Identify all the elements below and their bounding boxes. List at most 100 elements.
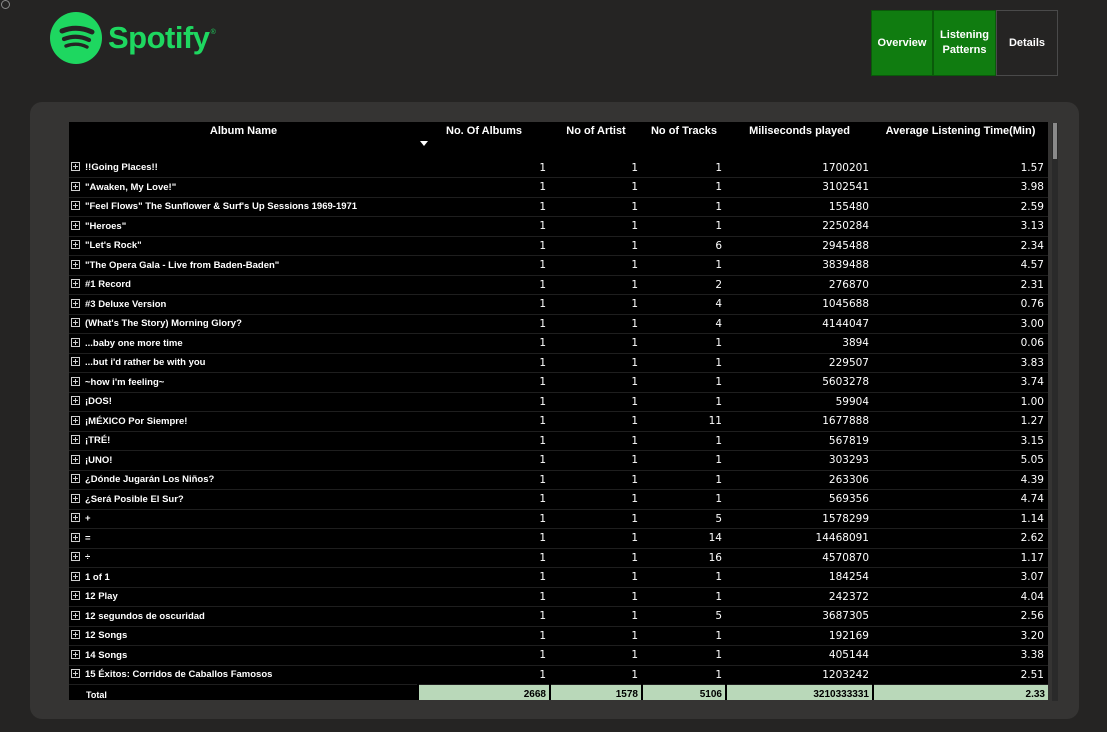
tracks-cell: 1 [715, 434, 722, 447]
expand-row-icon[interactable] [71, 279, 80, 289]
tracks-cell: 1 [715, 668, 722, 681]
tracks-cell: 4 [715, 317, 722, 330]
column-header-ms-played[interactable]: Miliseconds played [726, 122, 873, 158]
album-name-label: #3 Deluxe Version [85, 298, 167, 310]
column-header-avg-listening[interactable]: Average Listening Time(Min) [873, 122, 1048, 158]
artists-cell: 1 [631, 590, 638, 603]
tracks-cell: 1 [715, 395, 722, 408]
artists-cell: 1 [631, 376, 638, 389]
expand-row-icon[interactable] [71, 532, 80, 542]
avg-listening-cell: 1.17 [1020, 551, 1044, 564]
album-name-cell: + [69, 509, 418, 529]
album-name-label: = [85, 532, 91, 544]
expand-row-icon[interactable] [71, 396, 80, 406]
expand-row-icon[interactable] [71, 357, 80, 367]
album-name-cell: 1 of 1 [69, 568, 418, 588]
album-name-label: ¿Dónde Jugarán Los Niños? [85, 474, 215, 486]
expand-row-icon[interactable] [71, 415, 80, 425]
albums-cell: 1 [539, 649, 546, 662]
album-name-label: ÷ [85, 552, 91, 564]
column-header-tracks[interactable]: No of Tracks [642, 122, 726, 158]
expand-row-icon[interactable] [71, 454, 80, 464]
avg-listening-cell: 3.38 [1020, 649, 1044, 662]
expand-row-icon[interactable] [71, 181, 80, 191]
artists-cell: 1 [631, 668, 638, 681]
album-name-label: + [85, 513, 91, 525]
albums-cell: 1 [539, 200, 546, 213]
tracks-cell: 1 [715, 649, 722, 662]
album-name-cell: ¡MÉXICO Por Siempre! [69, 412, 418, 432]
column-header-artists[interactable]: No of Artist [550, 122, 642, 158]
albums-cell: 1 [539, 454, 546, 467]
artists-cell: 1 [631, 337, 638, 350]
expand-row-icon[interactable] [71, 630, 80, 640]
artists-cell: 1 [631, 356, 638, 369]
table-row: ¡UNO! 1 1 1 303293 5.05 [69, 451, 1048, 470]
column-header-albums[interactable]: No. Of Albums [418, 122, 550, 158]
ms-played-cell: 1045688 [822, 298, 869, 311]
albums-cell: 1 [539, 668, 546, 681]
expand-row-icon[interactable] [71, 435, 80, 445]
avg-listening-cell: 3.13 [1020, 220, 1044, 233]
expand-row-icon[interactable] [71, 649, 80, 659]
expand-row-icon[interactable] [71, 161, 80, 171]
expand-row-icon[interactable] [71, 493, 80, 503]
table-row: ¿Será Posible El Sur? 1 1 1 569356 4.74 [69, 490, 1048, 509]
nav-details-button[interactable]: Details [996, 10, 1058, 76]
album-name-cell: 12 Play [69, 587, 418, 607]
expand-row-icon[interactable] [71, 669, 80, 679]
albums-cell: 1 [539, 532, 546, 545]
expand-row-icon[interactable] [71, 337, 80, 347]
expand-row-icon[interactable] [71, 298, 80, 308]
expand-row-icon[interactable] [71, 591, 80, 601]
nav-listening-patterns-button[interactable]: Listening Patterns [933, 10, 996, 76]
artists-cell: 1 [631, 629, 638, 642]
album-name-cell: 15 Éxitos: Corridos de Caballos Famosos [69, 665, 418, 685]
artists-cell: 1 [631, 415, 638, 428]
scrollbar-thumb[interactable] [1053, 123, 1057, 159]
avg-listening-cell: 4.39 [1020, 473, 1044, 486]
expand-row-icon[interactable] [71, 552, 80, 562]
artists-cell: 1 [631, 610, 638, 623]
avg-listening-cell: 2.34 [1020, 239, 1044, 252]
expand-row-icon[interactable] [71, 318, 80, 328]
table-scrollbar[interactable] [1052, 123, 1058, 701]
avg-listening-cell: 3.15 [1020, 434, 1044, 447]
expand-row-icon[interactable] [71, 610, 80, 620]
album-name-cell: ÷ [69, 548, 418, 568]
table-row: "Awaken, My Love!" 1 1 1 3102541 3.98 [69, 178, 1048, 197]
avg-listening-cell: 3.74 [1020, 376, 1044, 389]
album-name-label: ¡TRÉ! [85, 435, 111, 447]
album-name-label: 12 Play [85, 591, 118, 603]
expand-row-icon[interactable] [71, 220, 80, 230]
expand-row-icon[interactable] [71, 240, 80, 250]
table-row: 15 Éxitos: Corridos de Caballos Famosos 1… [69, 665, 1048, 685]
tracks-cell: 1 [715, 493, 722, 506]
albums-cell: 1 [539, 395, 546, 408]
ms-played-cell: 3894 [842, 337, 869, 350]
album-name-cell: !!Going Places!! [69, 158, 418, 178]
albums-cell: 1 [539, 317, 546, 330]
artists-cell: 1 [631, 200, 638, 213]
albums-cell: 1 [539, 181, 546, 194]
expand-row-icon[interactable] [71, 201, 80, 211]
column-header-album-name[interactable]: Album Name [69, 122, 428, 158]
total-ms-played: 3210333331 [725, 684, 873, 700]
expand-row-icon[interactable] [71, 376, 80, 386]
expand-row-icon[interactable] [71, 571, 80, 581]
expand-row-icon[interactable] [71, 513, 80, 523]
ms-played-cell: 303293 [828, 454, 869, 467]
corner-circle-icon [1, 0, 10, 9]
nav-overview-button[interactable]: Overview [871, 10, 933, 76]
expand-row-icon[interactable] [71, 474, 80, 484]
albums-cell: 1 [539, 220, 546, 233]
tracks-cell: 2 [715, 278, 722, 291]
page-navigation: Overview Listening Patterns Details [871, 10, 1058, 76]
album-name-label: ¡UNO! [85, 454, 113, 466]
avg-listening-cell: 3.00 [1020, 317, 1044, 330]
albums-cell: 1 [539, 161, 546, 174]
expand-row-icon[interactable] [71, 259, 80, 269]
album-name-label: 12 Songs [85, 630, 128, 642]
tracks-cell: 1 [715, 590, 722, 603]
album-name-label: "The Opera Gala - Live from Baden-Baden" [85, 259, 280, 271]
